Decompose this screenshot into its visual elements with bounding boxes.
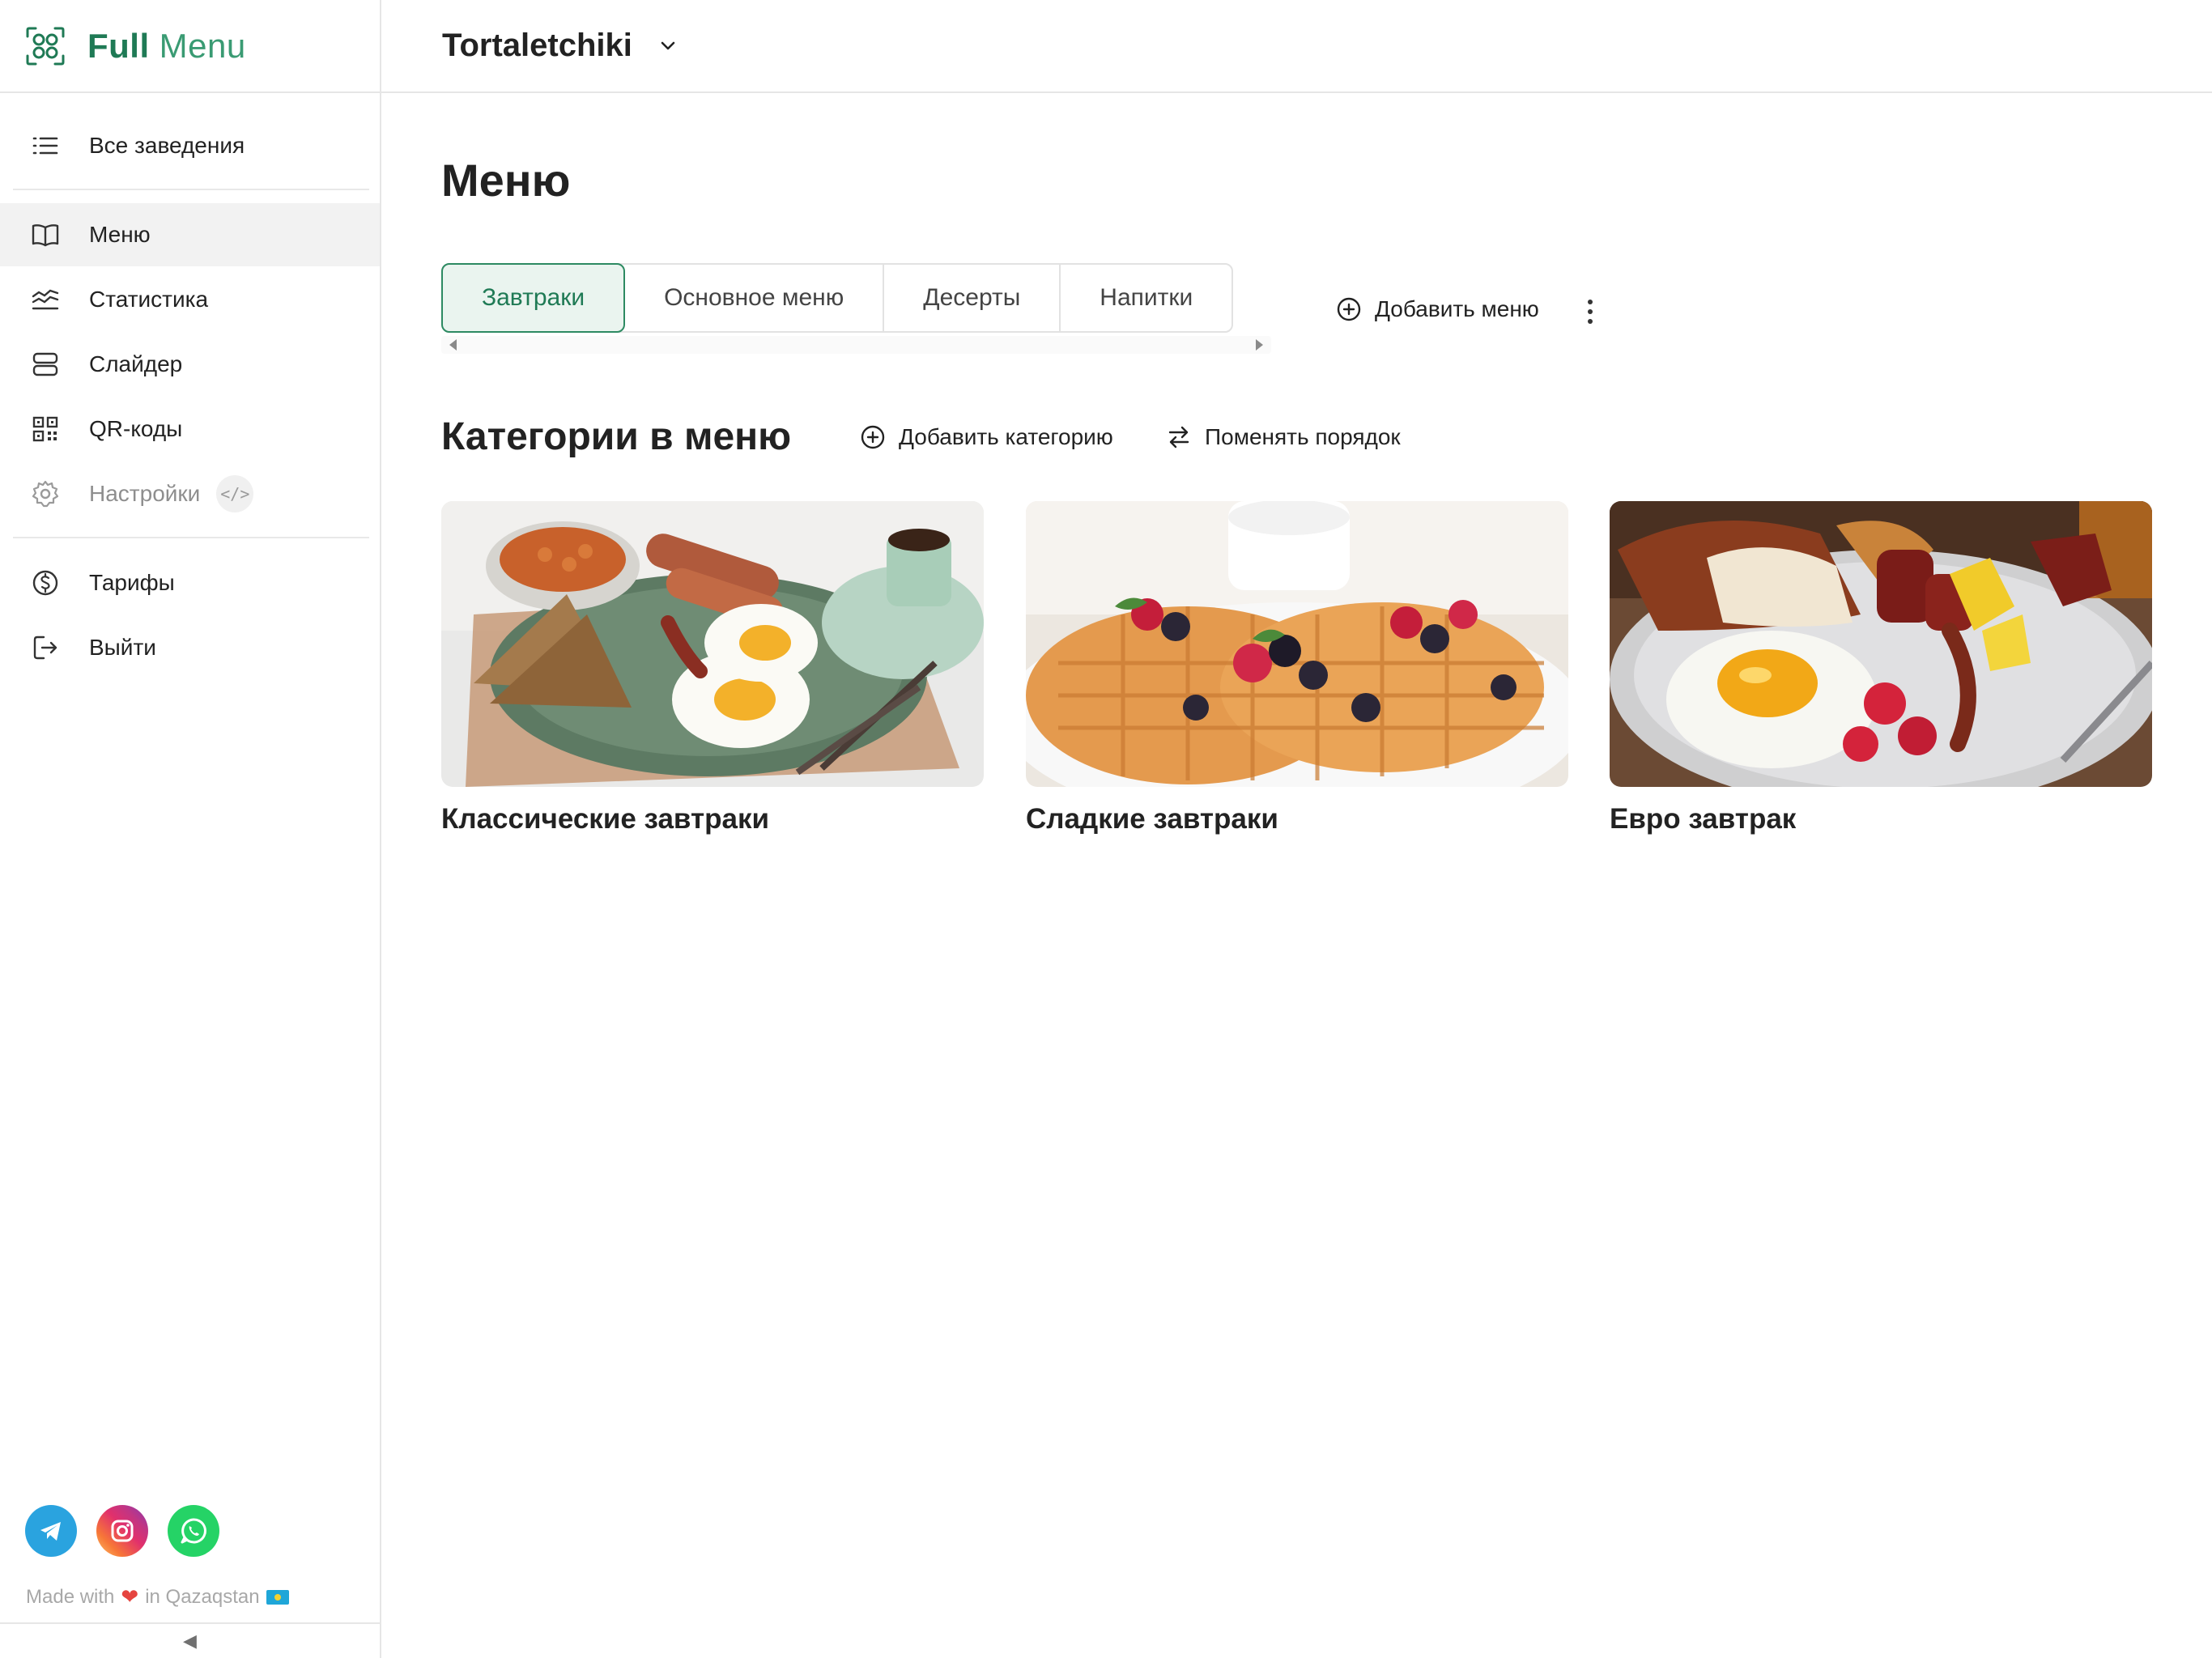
tabs-scrollbar[interactable] [441,336,1271,354]
add-menu-label: Добавить меню [1375,296,1539,321]
sidebar-item-label: Настройки [89,481,201,506]
tab-desserts[interactable]: Десерты [884,265,1061,331]
collapse-arrow-icon: ◀ [183,1630,197,1651]
sidebar-item-slider[interactable]: Слайдер [0,333,380,396]
brand-logo[interactable]: Full Menu [0,0,380,93]
sidebar-item-menu[interactable]: Меню [0,203,380,266]
qr-code-icon [32,416,58,442]
sidebar-item-tariffs[interactable]: Тарифы [0,551,380,614]
euro-breakfast-image [1610,501,2152,787]
category-card[interactable]: Классические завтраки [441,501,984,835]
sidebar-item-label: Меню [89,222,151,247]
reorder-label: Поменять порядок [1205,424,1401,449]
made-with-text: Made with [26,1585,115,1608]
sidebar-item-label: Статистика [89,287,209,312]
sidebar-item-label: QR-коды [89,416,183,441]
sidebar-item-label: Тарифы [89,570,175,595]
category-title: Классические завтраки [441,803,769,835]
dot [1588,319,1593,324]
dot [1588,300,1593,304]
classic-breakfast-image [441,501,984,787]
add-menu-button[interactable]: Добавить меню [1336,296,1539,322]
code-badge: </> [216,475,254,512]
menu-tabs: Завтраки Основное меню Десерты Напитки [441,263,1234,333]
category-title: Евро завтрак [1610,803,1797,835]
venue-name: Tortaletchiki [442,28,632,63]
sidebar-item-label: Выйти [89,635,156,660]
top-header: Tortaletchiki [381,0,2212,93]
category-image[interactable] [1610,501,2152,787]
add-category-label: Добавить категорию [899,424,1113,449]
sidebar-item-settings[interactable]: Настройки </> [0,462,380,525]
swap-arrows-icon [1168,426,1189,449]
tab-breakfasts[interactable]: Завтраки [441,263,626,333]
telegram-icon[interactable] [25,1505,77,1557]
logout-icon [33,636,57,660]
category-image[interactable] [441,501,984,787]
kazakhstan-flag-icon [266,1589,289,1605]
dollar-circle-icon [32,570,58,596]
sidebar: Full Menu Все заведения Меню Статистика … [0,0,381,1658]
sidebar-item-label: Все заведения [89,133,245,158]
telegram-plane-glyph [40,1522,61,1541]
sidebar-item-qr-codes[interactable]: QR-коды [0,397,380,461]
slider-icon [32,352,58,376]
whatsapp-phone-glyph [181,1518,206,1544]
category-image[interactable] [1026,501,1568,787]
scroll-right-icon[interactable] [1256,339,1263,351]
category-card[interactable]: Сладкие завтраки [1026,501,1568,835]
tab-main-menu[interactable]: Основное меню [625,265,885,331]
brand-name: Full Menu [87,27,246,66]
gear-icon [32,480,59,508]
logo-icon [26,27,65,65]
whatsapp-icon[interactable] [168,1505,219,1557]
scroll-left-icon[interactable] [449,339,457,351]
plus-circle-icon [861,425,885,449]
category-card[interactable]: Евро завтрак [1610,501,2152,835]
made-with-footer: Made with ❤ in Qazaqstan [26,1584,289,1609]
sidebar-item-statistics[interactable]: Статистика [0,268,380,331]
sidebar-item-logout[interactable]: Выйти [0,616,380,679]
sweet-breakfast-image [1026,501,1568,787]
social-links [25,1505,219,1557]
plus-circle-icon [1337,297,1361,321]
brand-name-primary: Full [87,26,150,65]
sidebar-item-label: Слайдер [89,351,183,376]
more-options-button[interactable] [1577,293,1603,330]
chevron-down-icon [661,41,675,49]
sidebar-divider [13,189,369,190]
reorder-button[interactable]: Поменять порядок [1166,424,1401,450]
book-open-icon [32,224,59,247]
sidebar-collapse-button[interactable]: ◀ [0,1622,380,1658]
sidebar-divider [13,537,369,538]
made-in-text: in Qazaqstan [145,1585,260,1608]
page-title: Меню [441,155,571,206]
sidebar-item-all-venues[interactable]: Все заведения [0,114,380,177]
instagram-icon[interactable] [96,1505,148,1557]
tab-drinks[interactable]: Напитки [1061,265,1231,331]
brand-name-secondary: Menu [159,26,246,65]
chart-waves-icon [32,289,59,310]
venue-selector[interactable]: Tortaletchiki [442,28,679,64]
dot [1588,309,1593,314]
heart-icon: ❤ [121,1584,139,1609]
instagram-camera-glyph [111,1520,134,1542]
categories-title: Категории в меню [441,415,792,458]
list-icon [32,137,58,155]
add-category-button[interactable]: Добавить категорию [860,424,1113,450]
category-title: Сладкие завтраки [1026,803,1278,835]
app: Full Menu Все заведения Меню Статистика … [0,0,2212,1658]
